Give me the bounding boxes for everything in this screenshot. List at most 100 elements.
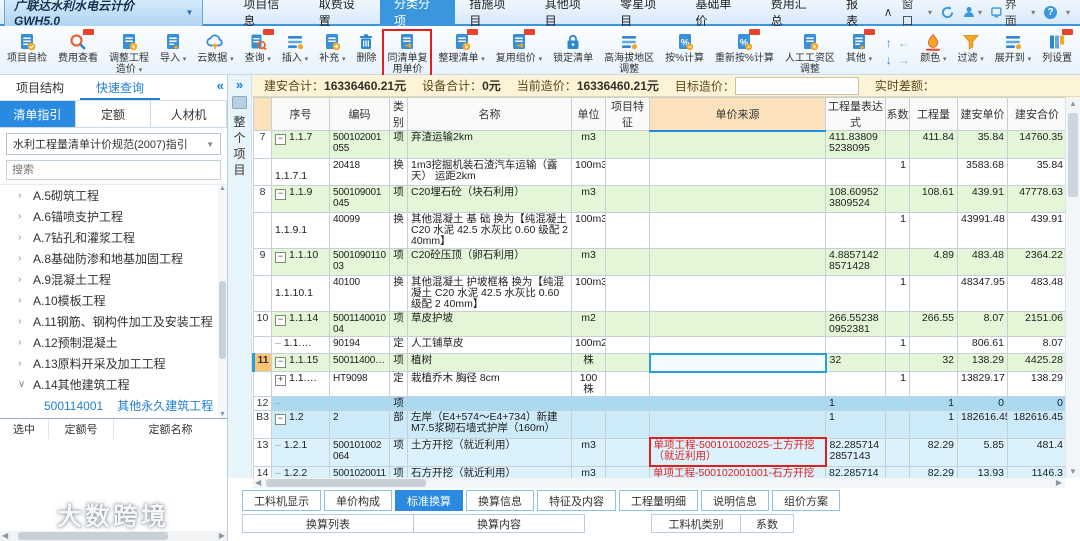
- seq-cell[interactable]: –1.1.…: [271, 335, 330, 354]
- tree-item[interactable]: › A.9混凝土工程: [0, 269, 227, 290]
- price-source-cell[interactable]: [649, 371, 826, 397]
- unit-price-cell[interactable]: 806.61: [957, 335, 1008, 354]
- unit-cell[interactable]: 株: [571, 353, 606, 372]
- table-row[interactable]: +1.1.… HT9098 定栽植乔木 胸径 8cm 100株 1 13829.17 138…: [253, 371, 1065, 397]
- bottom-tab-特征及内容[interactable]: 特征及内容: [537, 490, 616, 511]
- coefficient-cell[interactable]: [885, 437, 910, 467]
- table-row[interactable]: 11−1.1.15 50011400… 项植树株 32 32 138.29 4425.28: [252, 352, 1065, 373]
- bottom-tab-组价方案[interactable]: 组价方案: [772, 490, 840, 511]
- coefficient-cell[interactable]: [885, 465, 910, 478]
- table-row[interactable]: –1.1.… 90194 定人工铺草皮 100m2 1 806.61 8.07: [253, 335, 1065, 354]
- row-number-cell[interactable]: 9: [253, 247, 272, 276]
- unit-price-cell[interactable]: 13.93: [957, 465, 1008, 478]
- quantity-cell[interactable]: 4.89: [909, 247, 958, 276]
- collapse-icon[interactable]: −: [275, 357, 286, 368]
- move-right-icon[interactable]: →: [898, 53, 910, 67]
- quantity-cell[interactable]: 108.61: [909, 184, 958, 213]
- scroll-left-icon[interactable]: ◀: [2, 531, 8, 540]
- row-number-cell[interactable]: 12: [253, 396, 272, 411]
- code-cell[interactable]: 500114001004: [329, 310, 390, 337]
- price-source-cell[interactable]: 单项工程-500102001001-石方开挖（就近利用）: [649, 465, 826, 478]
- coefficient-cell[interactable]: 1: [885, 371, 910, 397]
- scrollbar-thumb[interactable]: [1068, 113, 1078, 197]
- window-menu[interactable]: 窗口 ▾: [902, 0, 932, 29]
- code-cell[interactable]: 500109011003: [329, 247, 390, 276]
- category-cell[interactable]: 项: [389, 310, 408, 337]
- table-row[interactable]: 8−1.1.9 500109001045 项 C20埋石砼（块石利用） m3 108.60…: [253, 184, 1065, 213]
- total-price-cell[interactable]: 483.48: [1007, 274, 1065, 312]
- chevron-right-icon[interactable]: ›: [18, 274, 27, 285]
- price-source-cell[interactable]: [649, 211, 826, 249]
- labor-wage-zone-adjust-button[interactable]: ¥ 人工工资区 调整: [780, 29, 840, 77]
- name-cell[interactable]: C20埋石砼（块石利用）: [407, 184, 572, 213]
- tree-item[interactable]: › A.5砌筑工程: [0, 185, 227, 206]
- seq-cell[interactable]: –1.2.1: [271, 437, 330, 467]
- unit-cell[interactable]: 100m3: [571, 274, 606, 312]
- quantity-cell[interactable]: [909, 371, 958, 397]
- bottom-tab-换算信息[interactable]: 换算信息: [466, 490, 534, 511]
- unit-price-cell[interactable]: 439.91: [957, 184, 1008, 213]
- supplement-button[interactable]: 补充 ▾: [314, 29, 350, 67]
- code-cell[interactable]: 20418: [329, 157, 390, 186]
- move-up-icon[interactable]: ↑: [886, 36, 892, 50]
- qty-expression-cell[interactable]: [825, 371, 886, 397]
- filter-button[interactable]: 过滤 ▾: [952, 29, 988, 67]
- seq-cell[interactable]: −1.1.14: [271, 310, 330, 337]
- scrollbar-thumb[interactable]: [266, 479, 426, 487]
- reuse-pricing-button[interactable]: 复用组价 ▾: [491, 29, 547, 67]
- qty-expression-cell[interactable]: [825, 274, 886, 312]
- feature-cell[interactable]: [605, 184, 650, 213]
- name-cell[interactable]: 人工铺草皮: [407, 335, 572, 354]
- price-source-cell[interactable]: [649, 396, 826, 411]
- fee-view-button[interactable]: 费用查看: [53, 29, 103, 66]
- col-header-工程量表达式[interactable]: 工程量表达式: [825, 97, 886, 131]
- unit-cell[interactable]: m3: [571, 130, 606, 159]
- quantity-cell[interactable]: [909, 157, 958, 186]
- unit-cell[interactable]: 100m3: [571, 211, 606, 249]
- coefficient-cell[interactable]: 1: [885, 274, 910, 312]
- code-cell[interactable]: 2: [329, 410, 390, 439]
- table-row[interactable]: 14–1.2.2500102001114项石方开挖（就近利用）m3 单项工程-50…: [253, 465, 1065, 478]
- chevron-right-icon[interactable]: ›: [18, 316, 27, 327]
- qty-expression-cell[interactable]: [825, 157, 886, 186]
- chevron-right-icon[interactable]: ›: [18, 253, 27, 264]
- collapse-icon[interactable]: −: [275, 251, 286, 263]
- feature-cell[interactable]: [605, 247, 650, 276]
- tree-item[interactable]: › A.8基础防渗和地基加固工程: [0, 248, 227, 269]
- quantity-cell[interactable]: 411.84: [909, 130, 958, 159]
- sidebar-tab-项目结构[interactable]: 项目结构: [0, 75, 80, 100]
- name-cell[interactable]: 1m3挖掘机装石渣汽车运输（露天） 运距2km: [407, 157, 572, 186]
- tree-item[interactable]: › A.7钻孔和灌浆工程: [0, 227, 227, 248]
- name-cell[interactable]: 其他混凝土 基 础 换为【纯混凝土 C20 水泥 42.5 水灰比 0.60 级…: [407, 211, 572, 249]
- seq-cell[interactable]: +1.1.…: [271, 371, 330, 397]
- price-source-cell[interactable]: [649, 335, 826, 354]
- col-header-名称[interactable]: 名称: [407, 97, 572, 131]
- unit-cell[interactable]: m2: [571, 310, 606, 337]
- price-source-cell[interactable]: [648, 352, 827, 373]
- price-source-cell[interactable]: [649, 310, 826, 337]
- name-cell[interactable]: 草皮护坡: [407, 310, 572, 337]
- chevron-right-icon[interactable]: ›: [18, 358, 27, 369]
- adjust-project-cost-button[interactable]: ¥ 调整工程 造价 ▾: [104, 29, 154, 78]
- feature-cell[interactable]: [605, 157, 650, 186]
- color-button[interactable]: 颜色 ▾: [915, 29, 951, 67]
- chevron-right-icon[interactable]: ›: [18, 295, 27, 306]
- qty-expression-cell[interactable]: 1: [825, 410, 886, 439]
- code-cell[interactable]: 500101002064: [329, 437, 390, 467]
- quantity-cell[interactable]: 1: [909, 410, 958, 439]
- bottom-tab-说明信息[interactable]: 说明信息: [701, 490, 769, 511]
- col-header-序号[interactable]: 序号: [271, 97, 330, 131]
- row-number-cell[interactable]: 8: [253, 184, 272, 213]
- seq-cell[interactable]: −1.1.10: [271, 247, 330, 276]
- collapse-icon[interactable]: −: [275, 188, 286, 200]
- feature-cell[interactable]: [605, 353, 650, 372]
- total-price-cell[interactable]: 1146.3: [1007, 465, 1065, 478]
- unit-price-cell[interactable]: 483.48: [957, 247, 1008, 276]
- unit-price-cell[interactable]: 8.07: [957, 310, 1008, 337]
- code-cell[interactable]: 90194: [329, 335, 390, 354]
- row-number-cell[interactable]: [253, 371, 272, 397]
- other-button[interactable]: 其他 ▾: [841, 29, 877, 67]
- tree-item[interactable]: › A.10模板工程: [0, 290, 227, 311]
- same-list-reuse-price-button[interactable]: 同清单复 用单价: [382, 29, 433, 77]
- price-source-cell[interactable]: [649, 247, 826, 276]
